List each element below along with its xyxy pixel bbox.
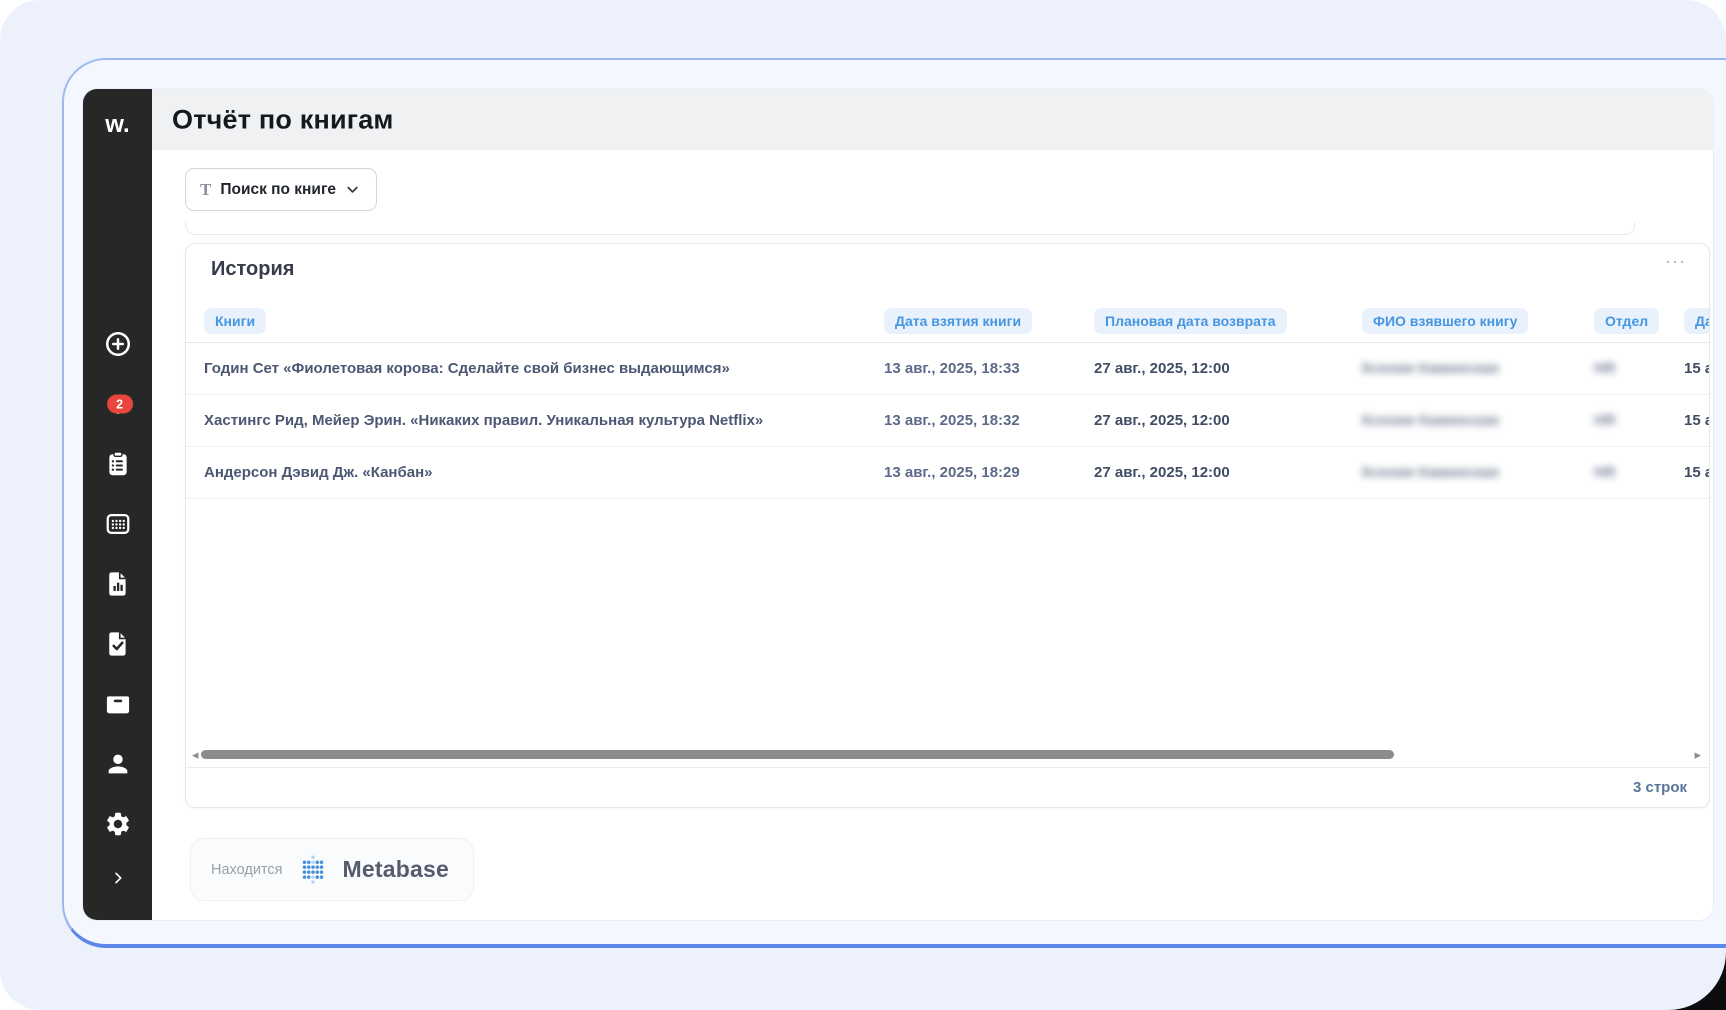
column-header-due-date[interactable]: Плановая дата возврата xyxy=(1094,308,1287,334)
column-header-taken-date[interactable]: Дата взятия книги xyxy=(884,308,1032,334)
table-row[interactable]: Годин Сет «Фиолетовая корова: Сделайте с… xyxy=(186,343,1710,395)
app-window: w. 2 xyxy=(83,89,1713,920)
plus-circle-icon xyxy=(103,329,133,359)
cell-due-date: 27 авг., 2025, 12:00 xyxy=(1086,464,1354,481)
horizontal-scrollbar: ◂ ▸ xyxy=(186,747,1709,763)
column-header-clipped[interactable]: Да xyxy=(1684,308,1710,334)
powered-by-metabase-link[interactable]: Находится Metabase xyxy=(190,838,474,901)
notifications-button[interactable]: 2 xyxy=(103,389,133,419)
scrollbar-thumb[interactable] xyxy=(201,750,1394,759)
calendar-icon xyxy=(104,510,132,538)
cell-clipped-date: 15 а xyxy=(1676,360,1710,377)
book-filter-button[interactable]: T Поиск по книге xyxy=(185,168,377,211)
sidebar-item-approvals[interactable] xyxy=(103,629,133,659)
person-icon xyxy=(104,750,132,778)
card-title: История xyxy=(211,258,294,281)
cell-due-date: 27 авг., 2025, 12:00 xyxy=(1086,412,1354,429)
page-title: Отчёт по книгам xyxy=(172,104,394,135)
row-count-label: 3 строк xyxy=(1633,779,1687,796)
cell-due-date: 27 авг., 2025, 12:00 xyxy=(1086,360,1354,377)
sidebar-item-tasks[interactable] xyxy=(103,449,133,479)
dashboard-content: T Поиск по книге История ··· Книги Дата … xyxy=(152,150,1713,920)
table-row[interactable]: Андерсон Дэвид Дж. «Канбан» 13 авг., 202… xyxy=(186,447,1710,499)
powered-by-label: Находится xyxy=(211,862,283,878)
cell-taken-date: 13 авг., 2025, 18:33 xyxy=(876,360,1086,377)
cell-department-blurred: HR xyxy=(1586,412,1676,429)
cell-book: Андерсон Дэвид Дж. «Канбан» xyxy=(186,464,876,481)
file-check-icon xyxy=(104,630,132,658)
history-card: История ··· Книги Дата взятия книги План… xyxy=(185,243,1710,808)
column-header-person[interactable]: ФИО взявшего книгу xyxy=(1362,308,1528,334)
column-header-department[interactable]: Отдел xyxy=(1594,308,1659,334)
chevron-right-icon xyxy=(110,870,126,886)
cell-department-blurred: HR xyxy=(1586,360,1676,377)
text-filter-icon: T xyxy=(200,180,211,200)
sidebar-item-archive[interactable] xyxy=(103,689,133,719)
history-table: Книги Дата взятия книги Плановая дата во… xyxy=(186,300,1710,499)
sidebar-item-settings[interactable] xyxy=(103,809,133,839)
archive-box-icon xyxy=(104,690,132,718)
gear-icon xyxy=(104,810,132,838)
cell-book: Годин Сет «Фиолетовая корова: Сделайте с… xyxy=(186,360,876,377)
ellipsis-menu-icon[interactable]: ··· xyxy=(1666,254,1687,271)
sidebar-item-reports[interactable] xyxy=(103,569,133,599)
cell-person-blurred: Ксения Каминская xyxy=(1354,360,1586,377)
page-header: Отчёт по книгам xyxy=(152,89,1713,150)
card-footer: 3 строк xyxy=(186,767,1709,807)
sidebar: w. 2 xyxy=(83,89,152,920)
metabase-logo-icon xyxy=(296,853,330,887)
sidebar-item-profile[interactable] xyxy=(103,749,133,779)
filter-label: Поиск по книге xyxy=(220,181,336,199)
sidebar-nav: 2 xyxy=(83,329,152,887)
metabase-wordmark: Metabase xyxy=(343,856,449,883)
cell-clipped-date: 15 а xyxy=(1676,464,1710,481)
cell-taken-date: 13 авг., 2025, 18:32 xyxy=(876,412,1086,429)
cell-taken-date: 13 авг., 2025, 18:29 xyxy=(876,464,1086,481)
chevron-down-icon xyxy=(345,182,360,197)
scroll-left-arrow[interactable]: ◂ xyxy=(192,748,199,762)
screen: w. 2 xyxy=(0,0,1726,1010)
clipboard-list-icon xyxy=(104,450,132,478)
cell-clipped-date: 15 а xyxy=(1676,412,1710,429)
notification-badge: 2 xyxy=(107,395,133,414)
add-button[interactable] xyxy=(103,329,133,359)
cell-book: Хастингс Рид, Мейер Эрин. «Никаких прави… xyxy=(186,412,876,429)
column-header-books[interactable]: Книги xyxy=(204,308,266,334)
table-header-row: Книги Дата взятия книги Плановая дата во… xyxy=(186,300,1710,343)
table-row[interactable]: Хастингс Рид, Мейер Эрин. «Никаких прави… xyxy=(186,395,1710,447)
page-background: w. 2 xyxy=(0,0,1726,1010)
cell-department-blurred: HR xyxy=(1586,464,1676,481)
file-chart-icon xyxy=(104,570,132,598)
app-logo[interactable]: w. xyxy=(83,111,152,139)
sidebar-collapse-button[interactable] xyxy=(103,869,133,887)
sidebar-item-calendar[interactable] xyxy=(103,509,133,539)
partial-card-above xyxy=(185,222,1635,235)
cell-person-blurred: Ксения Каминская xyxy=(1354,464,1586,481)
cell-person-blurred: Ксения Каминская xyxy=(1354,412,1586,429)
scroll-right-arrow[interactable]: ▸ xyxy=(1694,748,1701,762)
